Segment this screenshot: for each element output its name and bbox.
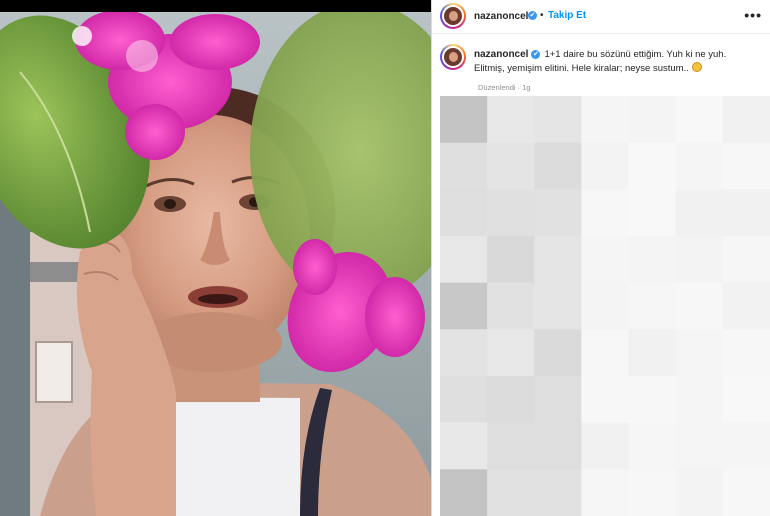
pixel-block [440, 142, 488, 190]
pixel-block [581, 142, 630, 190]
pixel-block [628, 142, 677, 190]
pixel-block [487, 469, 535, 516]
pixel-block [440, 282, 488, 330]
pixel-block [534, 329, 582, 377]
pixel-block [534, 236, 582, 284]
pixel-block [487, 282, 535, 330]
pixel-block [722, 142, 770, 190]
pixel-block [675, 142, 724, 190]
pixel-block [440, 376, 488, 424]
pixel-block [628, 96, 677, 144]
pixelated-comments-area [440, 96, 770, 516]
pixel-block [534, 142, 582, 190]
video-still-image [0, 12, 432, 516]
pixel-block [722, 236, 770, 284]
caption-username[interactable]: nazanoncel [474, 49, 528, 60]
pixel-block [675, 236, 724, 284]
pixel-block [628, 469, 677, 516]
pixel-block [722, 376, 770, 424]
pixel-block [487, 96, 535, 144]
caption: nazanoncel ✔ 1+1 daire bu sözünü ettiğim. … [474, 48, 759, 76]
verified-badge-icon: ✔ [531, 49, 541, 59]
pixel-block [675, 376, 724, 424]
pixel-block [440, 189, 488, 237]
pixel-block [487, 189, 535, 237]
pixel-block [487, 422, 535, 470]
pixel-block [534, 282, 582, 330]
pixel-block [581, 376, 630, 424]
pixel-block [628, 236, 677, 284]
caption-avatar[interactable] [440, 44, 466, 70]
follow-button[interactable]: Takip Et [548, 10, 586, 21]
pixel-block [675, 96, 724, 144]
smiling-emoji-icon [691, 62, 702, 72]
pixel-block [581, 236, 630, 284]
pixel-block [722, 96, 770, 144]
post-details-panel: nazanoncel ✔ • Takip Et ••• nazanoncel ✔ 1… [432, 0, 770, 516]
more-options-icon[interactable]: ••• [744, 7, 762, 23]
pixel-block [487, 329, 535, 377]
pixel-block [722, 329, 770, 377]
pixel-block [722, 282, 770, 330]
pixel-block [487, 142, 535, 190]
pixel-blocks [440, 96, 770, 516]
pixel-block [581, 329, 630, 377]
header-username[interactable]: nazanoncel [474, 11, 528, 22]
profile-avatar[interactable] [440, 3, 466, 29]
pixel-block [628, 282, 677, 330]
pixel-block [440, 422, 488, 470]
pixel-block [722, 469, 770, 516]
post-meta: Düzenlendi · 1g [478, 83, 531, 92]
pixel-block [675, 469, 724, 516]
pixel-block [440, 469, 488, 516]
pixel-block [675, 329, 724, 377]
pixel-block [628, 189, 677, 237]
pixel-block [440, 236, 488, 284]
pixel-block [487, 376, 535, 424]
pixel-block [722, 422, 770, 470]
pixel-block [534, 96, 582, 144]
pixel-block [581, 422, 630, 470]
pixel-block [628, 329, 677, 377]
verified-badge-icon: ✔ [528, 11, 537, 20]
avatar-image [442, 5, 464, 27]
pixel-block [534, 189, 582, 237]
pixel-block [628, 422, 677, 470]
header-separator: • [540, 10, 544, 21]
pixel-block [440, 329, 488, 377]
pixel-block [581, 96, 630, 144]
pixel-block [581, 469, 630, 516]
instagram-post-window: nazanoncel ✔ • Takip Et ••• nazanoncel ✔ 1… [0, 0, 770, 516]
post-header: nazanoncel ✔ • Takip Et ••• [432, 0, 770, 34]
pixel-block [534, 376, 582, 424]
pixel-block [675, 189, 724, 237]
top-black-bar [0, 0, 432, 12]
pixel-block [722, 189, 770, 237]
pixel-block [487, 236, 535, 284]
pixel-block [628, 376, 677, 424]
pixel-block [581, 282, 630, 330]
pixel-block [534, 422, 582, 470]
pixel-block [675, 282, 724, 330]
post-video[interactable] [0, 12, 432, 516]
pixel-block [581, 189, 630, 237]
pixel-block [534, 469, 582, 516]
pixel-block [675, 422, 724, 470]
avatar-image [442, 46, 464, 68]
pixel-block [440, 96, 488, 144]
